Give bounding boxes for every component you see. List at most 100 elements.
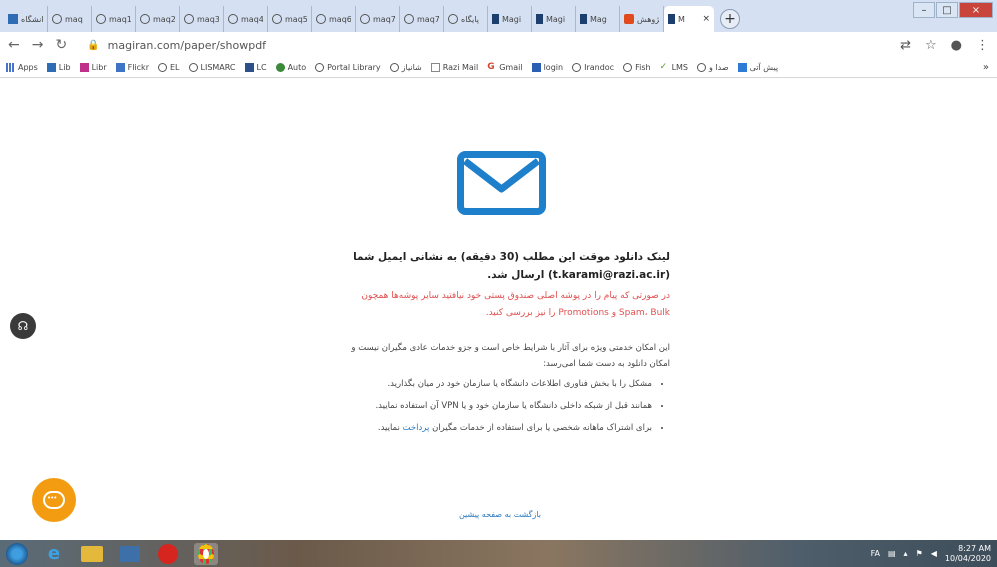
globe-icon	[316, 14, 326, 24]
tab-mag[interactable]: Mag	[576, 6, 620, 32]
login-icon	[531, 63, 541, 72]
address-bar[interactable]: 🔒 magiran.com/paper/showpdf	[79, 35, 888, 55]
accessibility-widget-icon[interactable]: ☊	[10, 313, 36, 339]
bookmark-pish[interactable]: پیش آتی	[737, 63, 778, 72]
google-scholar-icon	[624, 14, 634, 24]
bookmark-gmail[interactable]: G Gmail	[487, 62, 522, 73]
opera-icon[interactable]	[156, 543, 180, 565]
start-orb-icon[interactable]	[6, 542, 28, 565]
close-tab-icon[interactable]: ×	[702, 14, 710, 24]
tab-maq7-b[interactable]: maq7	[400, 6, 444, 32]
new-tab-button[interactable]: +	[720, 9, 740, 29]
magiran-icon	[580, 14, 587, 24]
globe-icon	[389, 63, 399, 72]
apps-grid-icon	[6, 63, 15, 72]
globe-icon	[448, 14, 458, 24]
chat-bubble-icon	[43, 491, 65, 509]
menu-kebab-icon[interactable]: ⋮	[976, 38, 989, 53]
uni-icon	[8, 14, 18, 24]
tab-pajouhesh[interactable]: پژوهش	[620, 6, 664, 32]
clock[interactable]: 8:27 AM 10/04/2020	[945, 544, 991, 564]
tab-uni[interactable]: دانشگاه	[4, 6, 48, 32]
file-explorer-icon[interactable]	[80, 543, 104, 565]
bookmark-el[interactable]: EL	[157, 63, 180, 72]
bookmark-portal-library[interactable]: Portal Library	[315, 63, 381, 72]
info-item: همانند قبل از شبکه داخلی دانشگاه یا سازم…	[340, 398, 652, 414]
bookmark-fish[interactable]: Fish	[623, 63, 651, 72]
back-to-previous-page-link[interactable]: بازگشت به صفحه پیشین	[420, 510, 580, 519]
bookmark-lib[interactable]: Lib	[46, 63, 71, 72]
libr-icon	[79, 63, 89, 72]
window-controls: – □ ×	[913, 2, 993, 18]
magiran-icon	[536, 14, 543, 24]
minimize-button[interactable]: –	[913, 2, 935, 18]
forward-arrow-icon[interactable]: →	[32, 37, 44, 53]
url-text[interactable]: magiran.com/paper/showpdf	[108, 39, 266, 52]
page-content: لینک دانلود موقت این مطلب (30 دقیقه) به …	[0, 78, 997, 540]
flag-icon[interactable]: ⚑	[916, 549, 923, 558]
maximize-button[interactable]: □	[936, 2, 958, 18]
tab-magi-1[interactable]: Magi	[488, 6, 532, 32]
lms-icon: ✓	[659, 62, 668, 72]
language-indicator[interactable]: FA	[871, 549, 880, 558]
globe-icon	[360, 14, 370, 24]
globe-icon	[572, 63, 582, 72]
bookmark-lismarc[interactable]: LISMARC	[188, 63, 236, 72]
globe-icon	[697, 63, 706, 72]
info-list: مشکل را با بخش فناوری اطلاعات دانشگاه یا…	[340, 376, 670, 436]
bookmark-auto[interactable]: Auto	[275, 63, 306, 72]
translate-icon[interactable]: ⇄	[900, 38, 911, 53]
bookmark-libr[interactable]: Libr	[79, 63, 107, 72]
volume-icon[interactable]: ◀	[931, 549, 937, 558]
info-item: مشکل را با بخش فناوری اطلاعات دانشگاه یا…	[340, 376, 652, 392]
bookmarks-overflow-icon[interactable]: »	[983, 62, 997, 73]
tab-maq3[interactable]: maq3	[180, 6, 224, 32]
tab-maq4[interactable]: maq4	[224, 6, 268, 32]
library-icon	[46, 63, 56, 72]
bookmark-lc[interactable]: LC	[244, 63, 267, 72]
lc-icon	[244, 63, 254, 72]
chrome-icon[interactable]	[194, 542, 218, 565]
globe-icon	[140, 14, 150, 24]
bookmark-shaniaz[interactable]: شانیاز	[389, 63, 422, 72]
bookmarks-bar: Apps Lib Libr Flickr EL LISMARC LC Auto …	[0, 58, 997, 78]
tab-strip: دانشگاه maq maq1 maq2 maq3 maq4 maq5 maq…	[0, 0, 997, 32]
tab-maq5[interactable]: maq5	[268, 6, 312, 32]
bookmark-razi-mail[interactable]: Razi Mail	[430, 63, 478, 72]
tab-maq6[interactable]: maq6	[312, 6, 356, 32]
media-player-icon[interactable]	[118, 543, 142, 565]
browser-window: دانشگاه maq maq1 maq2 maq3 maq4 maq5 maq…	[0, 0, 997, 567]
bookmark-apps[interactable]: Apps	[6, 63, 38, 72]
bookmark-seda[interactable]: صدا و	[697, 63, 729, 72]
globe-icon	[184, 14, 194, 24]
tab-active-magiran[interactable]: M ×	[664, 6, 714, 32]
windows-taskbar: e FA ▤ ▴ ⚑ ◀ 8:27 AM 10/04/2020	[0, 540, 997, 567]
lock-icon[interactable]: 🔒	[87, 40, 99, 51]
tab-maq1[interactable]: maq1	[92, 6, 136, 32]
bookmark-irandoc[interactable]: Irandoc	[572, 63, 614, 72]
email-sent-message: لینک دانلود موقت این مطلب (30 دقیقه) به …	[353, 251, 670, 281]
close-window-button[interactable]: ×	[959, 2, 993, 18]
tab-paygah[interactable]: پایگاه	[444, 6, 488, 32]
star-bookmark-icon[interactable]: ☆	[925, 38, 937, 53]
chat-support-button[interactable]	[32, 478, 76, 522]
bookmark-login[interactable]: login	[531, 63, 563, 72]
tab-magi-2[interactable]: Magi	[532, 6, 576, 32]
reload-icon[interactable]: ↻	[55, 37, 67, 53]
internet-explorer-icon[interactable]: e	[42, 543, 66, 565]
network-icon[interactable]: ▤	[888, 549, 896, 558]
globe-icon	[228, 14, 238, 24]
bookmark-flickr[interactable]: Flickr	[115, 63, 149, 72]
tab-maq2[interactable]: maq2	[136, 6, 180, 32]
profile-icon[interactable]: ●	[951, 38, 962, 53]
globe-icon	[188, 63, 198, 72]
tray-arrow-icon[interactable]: ▴	[904, 549, 908, 558]
browser-toolbar: ← → ↻ 🔒 magiran.com/paper/showpdf ⇄ ☆ ● …	[0, 32, 997, 58]
tab-maq[interactable]: maq	[48, 6, 92, 32]
tab-maq7[interactable]: maq7	[356, 6, 400, 32]
bookmark-lms[interactable]: ✓ LMS	[659, 62, 688, 73]
gmail-icon: G	[487, 62, 495, 72]
payment-link[interactable]: پرداخت	[403, 423, 430, 433]
back-arrow-icon[interactable]: ←	[8, 37, 20, 53]
spam-warning-message: در صورتی که پیام را در پوشه اصلی صندوق پ…	[361, 291, 670, 318]
